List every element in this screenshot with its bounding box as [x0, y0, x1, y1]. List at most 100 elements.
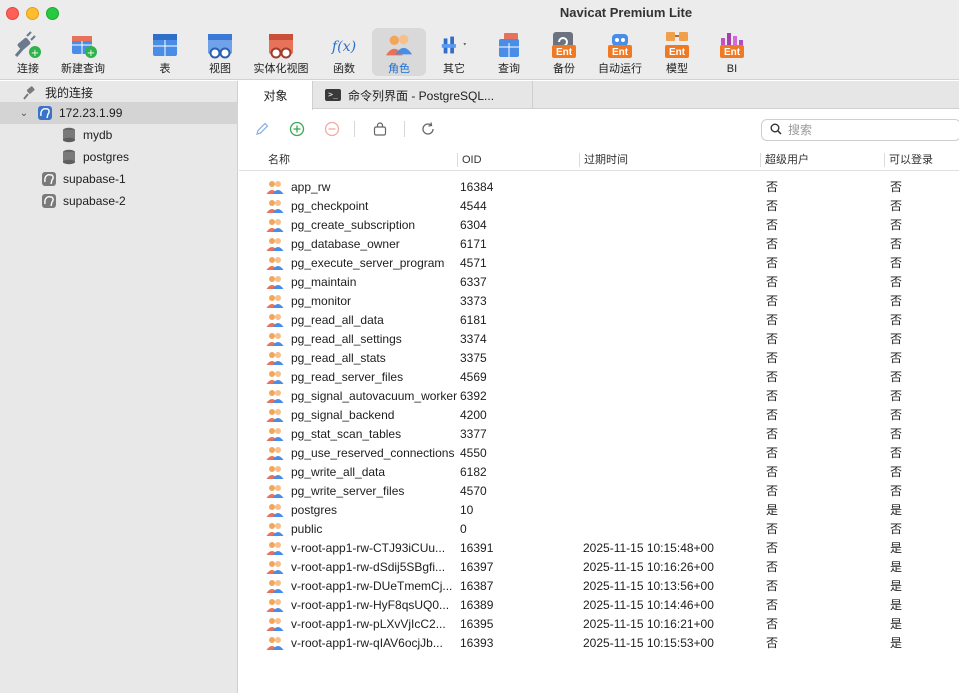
superuser-cell: 是	[766, 503, 779, 517]
role-icon	[266, 578, 284, 595]
can-login-cell: 否	[890, 370, 903, 384]
database-postgres[interactable]: postgres	[0, 146, 238, 168]
expiry-cell	[583, 482, 753, 501]
connection-supabase-1[interactable]: supabase-1	[0, 168, 238, 190]
svg-text:Ent: Ent	[556, 47, 573, 58]
toolbar-materialized-view-button[interactable]: 实体化视图	[252, 28, 310, 76]
toolbar-new-query-button[interactable]: + 新建查询	[58, 28, 108, 76]
table-row[interactable]: pg_signal_backend 4200 否 否	[239, 406, 959, 425]
role-name-cell: pg_monitor	[291, 294, 352, 308]
table-row[interactable]: pg_create_subscription 6304 否 否	[239, 216, 959, 235]
toolbar-other-button[interactable]: 其它	[436, 28, 472, 76]
connection-supabase-2[interactable]: supabase-2	[0, 190, 238, 212]
table-row[interactable]: pg_read_all_stats 3375 否 否	[239, 349, 959, 368]
table-row[interactable]: pg_database_owner 6171 否 否	[239, 235, 959, 254]
oid-cell: 4544	[460, 199, 487, 213]
superuser-cell: 否	[766, 446, 779, 460]
role-name-cell: postgres	[291, 503, 338, 517]
chevron-down-icon[interactable]: ⌄	[18, 108, 30, 119]
table-row[interactable]: pg_read_all_data 6181 否 否	[239, 311, 959, 330]
edit-pencil-icon[interactable]	[253, 120, 271, 138]
toolbar-connect-button[interactable]: + 连接	[6, 28, 50, 76]
oid-cell: 3375	[460, 351, 487, 365]
toolbar-role-button[interactable]: 角色	[372, 28, 426, 76]
database-icon	[60, 148, 78, 166]
column-header-can-login[interactable]: 可以登录	[885, 150, 959, 170]
table-row[interactable]: pg_checkpoint 4544 否 否	[239, 197, 959, 216]
table-row[interactable]: v-root-app1-rw-pLXvVjIcC2... 16395 2025-11…	[239, 615, 959, 634]
database-mydb[interactable]: mydb	[0, 124, 238, 146]
role-name-cell: pg_checkpoint	[291, 199, 369, 213]
role-icon	[266, 198, 284, 215]
table-row[interactable]: v-root-app1-rw-HyF8qsUQ0... 16389 2025-11-…	[239, 596, 959, 615]
table-row[interactable]: v-root-app1-rw-qIAV6ocjJb... 16393 2025-11…	[239, 634, 959, 653]
column-header-name[interactable]: 名称	[264, 150, 454, 170]
column-header-expiry[interactable]: 过期时间	[580, 150, 760, 170]
table-row[interactable]: v-root-app1-rw-CTJ93iCUu... 16391 2025-11-…	[239, 539, 959, 558]
oid-cell: 16384	[460, 180, 494, 194]
expiry-cell	[583, 292, 753, 311]
toolbar-label: 角色	[388, 63, 410, 75]
toolbar-automation-button[interactable]: Ent 自动运行	[596, 28, 644, 76]
table-row[interactable]: pg_maintain 6337 否 否	[239, 273, 959, 292]
svg-text:Ent: Ent	[669, 47, 686, 58]
search-box[interactable]	[761, 119, 959, 141]
tab-command-line[interactable]: >_ 命令列界面 - PostgreSQL...	[313, 81, 533, 109]
table-row[interactable]: v-root-app1-rw-DUeTmemCj... 16387 2025-11-…	[239, 577, 959, 596]
table-row[interactable]: public 0 否 否	[239, 520, 959, 539]
superuser-cell: 否	[766, 275, 779, 289]
window-title: Navicat Premium Lite	[559, 5, 693, 20]
remove-circle-icon[interactable]	[323, 120, 341, 138]
column-header-superuser[interactable]: 超级用户	[761, 150, 881, 170]
superuser-cell: 否	[766, 408, 779, 422]
oid-cell: 16393	[460, 636, 494, 650]
privilege-lock-icon[interactable]	[371, 120, 389, 138]
superuser-cell: 否	[766, 351, 779, 365]
table-row[interactable]: pg_read_server_files 4569 否 否	[239, 368, 959, 387]
superuser-cell: 否	[766, 199, 779, 213]
table-row[interactable]: pg_use_reserved_connections 4550 否 否	[239, 444, 959, 463]
table-row[interactable]: app_rw 16384 否 否	[239, 178, 959, 197]
connection-172-23-1-99[interactable]: ⌄ 172.23.1.99	[0, 102, 238, 124]
search-input[interactable]	[788, 123, 948, 137]
column-header-oid[interactable]: OID	[458, 150, 578, 170]
toolbar-view-button[interactable]: 视图	[200, 28, 240, 76]
toolbar-label: 备份	[553, 63, 575, 75]
can-login-cell: 否	[890, 427, 903, 441]
table-row[interactable]: pg_read_all_settings 3374 否 否	[239, 330, 959, 349]
role-icon	[266, 255, 284, 272]
table-row[interactable]: pg_write_all_data 6182 否 否	[239, 463, 959, 482]
expiry-cell: 2025-11-15 10:16:26+00	[583, 560, 714, 574]
oid-cell: 6304	[460, 218, 487, 232]
can-login-cell: 否	[890, 313, 903, 327]
oid-cell: 4550	[460, 446, 487, 460]
svg-text:+: +	[87, 48, 95, 59]
role-icon	[266, 445, 284, 462]
toolbar-function-button[interactable]: f(x) 函数	[324, 28, 364, 76]
tab-label: 命令列界面 - PostgreSQL...	[348, 88, 495, 103]
function-icon: f(x)	[329, 30, 359, 60]
backup-icon: Ent	[549, 30, 579, 60]
expiry-cell	[583, 197, 753, 216]
refresh-icon[interactable]	[419, 120, 437, 138]
table-row[interactable]: pg_signal_autovacuum_worker 6392 否 否	[239, 387, 959, 406]
superuser-cell: 否	[766, 522, 779, 536]
tab-objects[interactable]: 对象	[239, 81, 313, 110]
toolbar-table-button[interactable]: 表	[146, 28, 184, 76]
table-row[interactable]: pg_write_server_files 4570 否 否	[239, 482, 959, 501]
toolbar-backup-button[interactable]: Ent 备份	[546, 28, 582, 76]
toolbar-bi-button[interactable]: Ent BI	[714, 28, 750, 76]
add-circle-icon[interactable]	[288, 120, 306, 138]
table-row[interactable]: pg_execute_server_program 4571 否 否	[239, 254, 959, 273]
table-row[interactable]: pg_stat_scan_tables 3377 否 否	[239, 425, 959, 444]
superuser-cell: 否	[766, 370, 779, 384]
role-icon	[266, 388, 284, 405]
toolbar-query-button[interactable]: 查询	[490, 28, 528, 76]
role-name-cell: v-root-app1-rw-pLXvVjIcC2...	[291, 617, 446, 631]
table-row[interactable]: postgres 10 是 是	[239, 501, 959, 520]
toolbar-model-button[interactable]: Ent 模型	[658, 28, 696, 76]
table-row[interactable]: v-root-app1-rw-dSdij5SBgfi... 16397 2025-1…	[239, 558, 959, 577]
my-connections-header[interactable]: 我的连接	[0, 81, 238, 103]
svg-text:Ent: Ent	[612, 47, 629, 58]
table-row[interactable]: pg_monitor 3373 否 否	[239, 292, 959, 311]
